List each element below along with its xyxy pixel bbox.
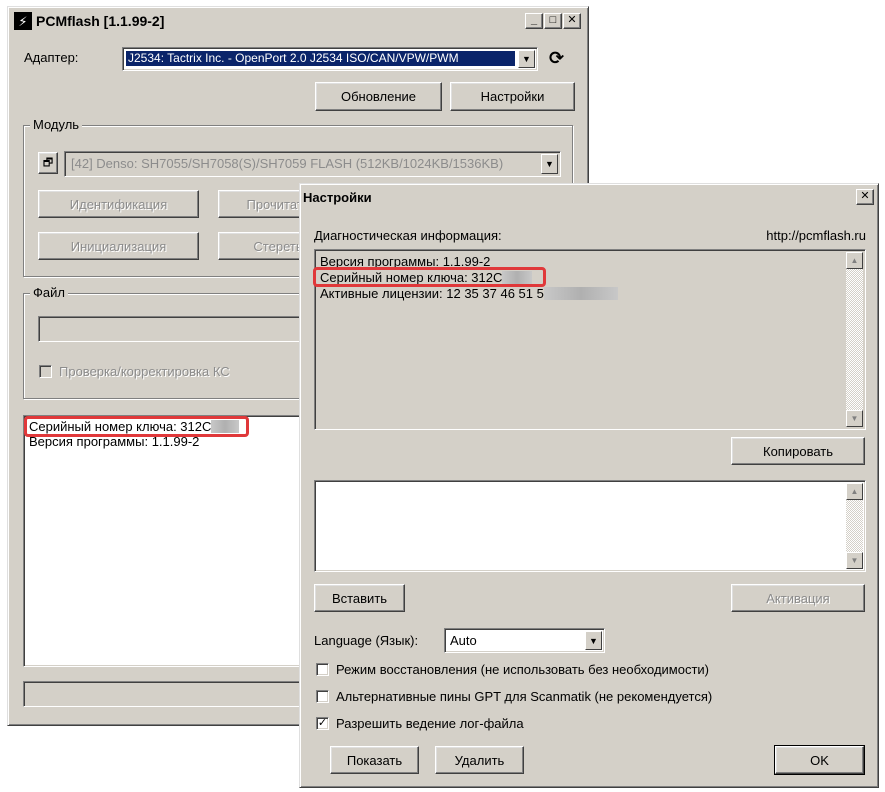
language-value: Auto bbox=[450, 633, 477, 648]
settings-titlebar[interactable]: Настройки ✕ bbox=[302, 186, 876, 208]
init-button[interactable]: Инициализация bbox=[38, 232, 199, 260]
adapter-label: Адаптер: bbox=[24, 50, 79, 65]
activate-button[interactable]: Активация bbox=[731, 584, 865, 612]
settings-title: Настройки bbox=[303, 189, 372, 205]
site-link[interactable]: http://pcmflash.ru bbox=[766, 228, 866, 243]
adapter-value: J2534: Tactrix Inc. - OpenPort 2.0 J2534… bbox=[126, 51, 515, 66]
paste-button[interactable]: Вставить bbox=[314, 584, 405, 612]
lightning-icon: ⚡ bbox=[14, 12, 32, 30]
delete-button[interactable]: Удалить bbox=[435, 746, 524, 774]
close-button[interactable]: ✕ bbox=[856, 189, 874, 205]
identify-button[interactable]: Идентификация bbox=[38, 190, 199, 218]
module-group-label: Модуль bbox=[30, 117, 83, 132]
option-gpt-pins-checkbox[interactable] bbox=[316, 690, 329, 703]
settings-dialog: Настройки ✕ Диагностическая информация: … bbox=[299, 183, 879, 788]
show-button[interactable]: Показать bbox=[330, 746, 419, 774]
adapter-select[interactable]: J2534: Tactrix Inc. - OpenPort 2.0 J2534… bbox=[122, 47, 538, 71]
license-scrollbar[interactable]: ▲ ▼ bbox=[846, 483, 863, 569]
option-logfile-checkbox[interactable]: ✓ bbox=[316, 717, 329, 730]
minimize-button[interactable]: _ bbox=[525, 13, 543, 29]
serial-highlight-dialog bbox=[313, 267, 546, 287]
option-logfile-label: Разрешить ведение лог-файла bbox=[336, 716, 524, 731]
chevron-down-icon[interactable]: ▼ bbox=[585, 631, 602, 650]
main-titlebar[interactable]: ⚡ PCMflash [1.1.99-2] _ □ ✕ bbox=[11, 10, 585, 32]
module-select[interactable]: [42] Denso: SH7055/SH7058(S)/SH7059 FLAS… bbox=[64, 151, 561, 177]
scroll-up-icon[interactable]: ▲ bbox=[846, 252, 863, 269]
language-select[interactable]: Auto ▼ bbox=[444, 628, 605, 653]
option-gpt-pins-label: Альтернативные пины GPT для Scanmatik (н… bbox=[336, 689, 713, 704]
diag-label: Диагностическая информация: bbox=[314, 228, 502, 243]
main-window-title: PCMflash [1.1.99-2] bbox=[36, 13, 165, 29]
option-gpt-pins-row[interactable]: Альтернативные пины GPT для Scanmatik (н… bbox=[316, 689, 712, 704]
checksum-checkbox[interactable] bbox=[39, 365, 52, 378]
scroll-down-icon[interactable]: ▼ bbox=[846, 552, 863, 569]
checksum-checkbox-row[interactable]: Проверка/корректировка КС bbox=[39, 364, 230, 379]
option-recovery-checkbox[interactable] bbox=[316, 663, 329, 676]
file-group-label: Файл bbox=[30, 285, 68, 300]
redacted-mark bbox=[543, 287, 618, 300]
ok-button[interactable]: OK bbox=[774, 745, 865, 775]
option-recovery-row[interactable]: Режим восстановления (не использовать бе… bbox=[316, 662, 709, 677]
language-label: Language (Язык): bbox=[314, 633, 419, 648]
copy-button[interactable]: Копировать bbox=[731, 437, 865, 465]
chevron-down-icon[interactable]: ▼ bbox=[541, 154, 558, 174]
license-input[interactable]: ▲ ▼ bbox=[314, 480, 866, 572]
info-scrollbar[interactable]: ▲ ▼ bbox=[846, 252, 863, 427]
info-line-licenses: Активные лицензии: 12 35 37 46 51 5 bbox=[320, 285, 618, 302]
update-button[interactable]: Обновление bbox=[315, 82, 442, 111]
window-icon[interactable]: 🗗 bbox=[38, 152, 58, 174]
scroll-up-icon[interactable]: ▲ bbox=[846, 483, 863, 500]
serial-highlight-main bbox=[24, 416, 249, 437]
checksum-label: Проверка/корректировка КС bbox=[59, 364, 230, 379]
option-logfile-row[interactable]: ✓ Разрешить ведение лог-файла bbox=[316, 716, 524, 731]
close-button[interactable]: ✕ bbox=[563, 13, 581, 29]
scroll-down-icon[interactable]: ▼ bbox=[846, 410, 863, 427]
module-value: [42] Denso: SH7055/SH7058(S)/SH7059 FLAS… bbox=[71, 156, 504, 171]
maximize-button[interactable]: □ bbox=[544, 13, 562, 29]
option-recovery-label: Режим восстановления (не использовать бе… bbox=[336, 662, 710, 677]
chevron-down-icon[interactable]: ▼ bbox=[518, 50, 535, 68]
refresh-icon[interactable]: ⟳ bbox=[549, 48, 564, 69]
settings-button[interactable]: Настройки bbox=[450, 82, 575, 111]
